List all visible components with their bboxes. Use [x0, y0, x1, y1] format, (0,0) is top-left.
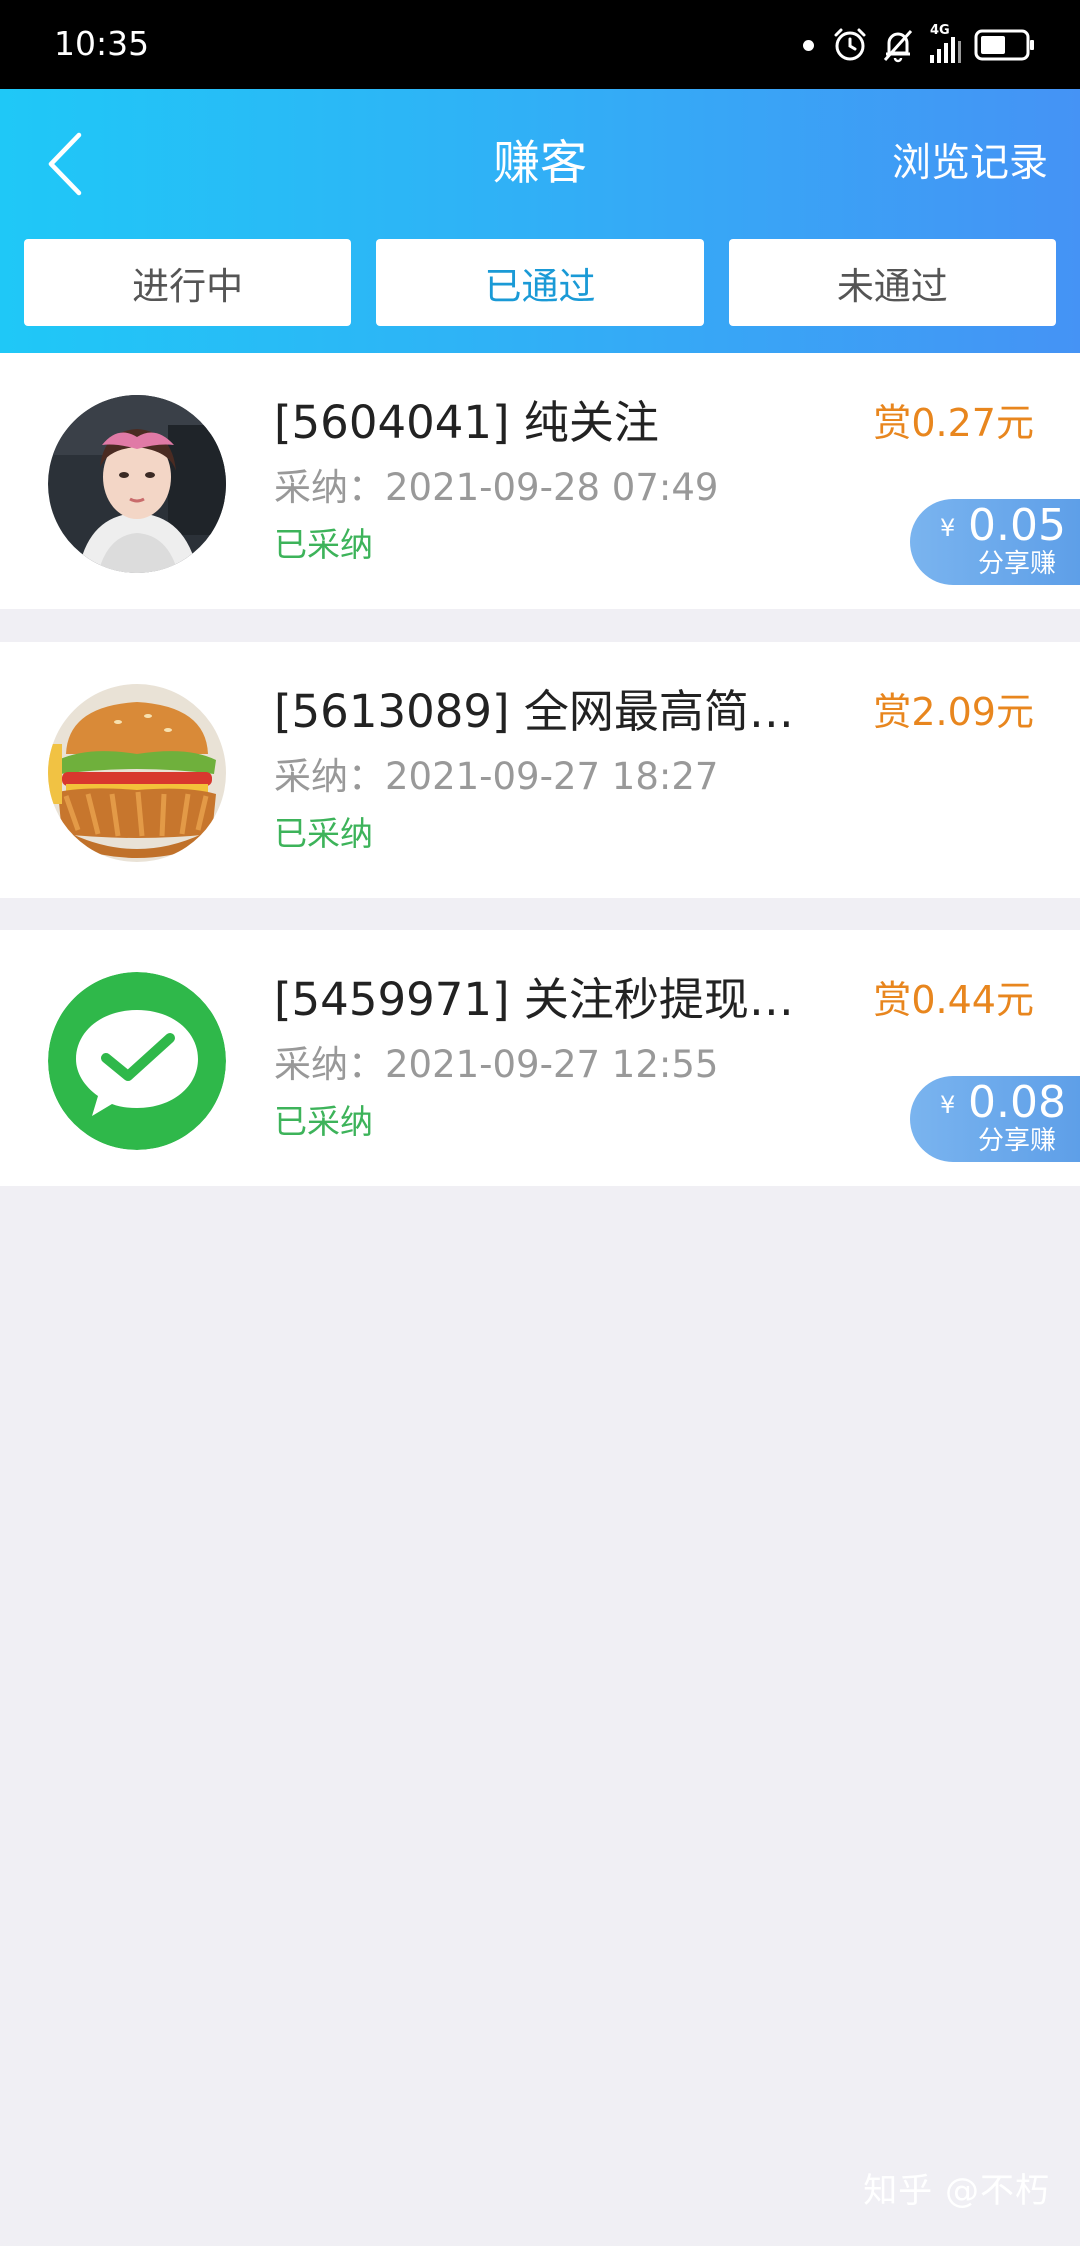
app-root: 10:35 4G 赚客 浏览记录 进行中 已通过 未通过 [5604041] 纯… [0, 0, 1080, 2246]
task-reward: 赏0.27元 [873, 401, 1034, 445]
tab-in-progress[interactable]: 进行中 [24, 239, 352, 326]
notification-dot-icon [803, 39, 814, 51]
task-title: [5613089] 全网最高简… [274, 685, 794, 738]
task-card[interactable]: [5604041] 纯关注 采纳：2021-09-28 07:49 已采纳 赏0… [0, 353, 1080, 609]
browse-history-button[interactable]: 浏览记录 [892, 119, 1048, 209]
share-earn-button[interactable]: ¥ 0.08 分享赚 [910, 1076, 1080, 1162]
avatar [48, 972, 226, 1150]
status-tabs: 进行中 已通过 未通过 [24, 239, 1056, 326]
share-label: 分享赚 [977, 549, 1056, 579]
task-title: [5604041] 纯关注 [274, 396, 659, 449]
status-icons: 4G [803, 23, 1036, 66]
avatar [48, 395, 226, 573]
tab-approved[interactable]: 已通过 [376, 239, 704, 326]
task-title: [5459971] 关注秒提现… [274, 973, 794, 1026]
status-bar: 10:35 4G [0, 0, 1080, 89]
avatar [48, 684, 226, 862]
task-card[interactable]: [5613089] 全网最高简… 采纳：2021-09-27 18:27 已采纳… [0, 642, 1080, 898]
battery-icon [974, 29, 1034, 61]
share-label: 分享赚 [977, 1126, 1056, 1156]
task-date: 采纳：2021-09-27 18:27 [274, 755, 719, 798]
task-card[interactable]: [5459971] 关注秒提现… 采纳：2021-09-27 12:55 已采纳… [0, 930, 1080, 1186]
wechat-logo-icon [48, 972, 226, 1150]
task-date: 采纳：2021-09-28 07:49 [274, 466, 719, 509]
alarm-icon [834, 28, 866, 61]
status-time: 10:35 [54, 24, 150, 63]
app-header: 赚客 浏览记录 进行中 已通过 未通过 [0, 89, 1080, 353]
watermark: 知乎 @不朽 [863, 2171, 1050, 2211]
task-status: 已采纳 [274, 1102, 373, 1141]
share-currency: ¥ [940, 1091, 956, 1119]
share-amount: 0.05 [968, 500, 1066, 551]
task-reward: 赏2.09元 [873, 690, 1034, 734]
share-earn-button[interactable]: ¥ 0.05 分享赚 [910, 499, 1080, 585]
signal-icon: 4G [928, 23, 962, 65]
share-currency: ¥ [940, 514, 956, 542]
tab-rejected[interactable]: 未通过 [728, 239, 1056, 326]
mute-icon [883, 29, 913, 63]
task-reward: 赏0.44元 [873, 978, 1034, 1022]
task-status: 已采纳 [274, 525, 373, 564]
task-status: 已采纳 [274, 814, 373, 853]
task-date: 采纳：2021-09-27 12:55 [274, 1043, 719, 1086]
share-amount: 0.08 [968, 1077, 1066, 1128]
